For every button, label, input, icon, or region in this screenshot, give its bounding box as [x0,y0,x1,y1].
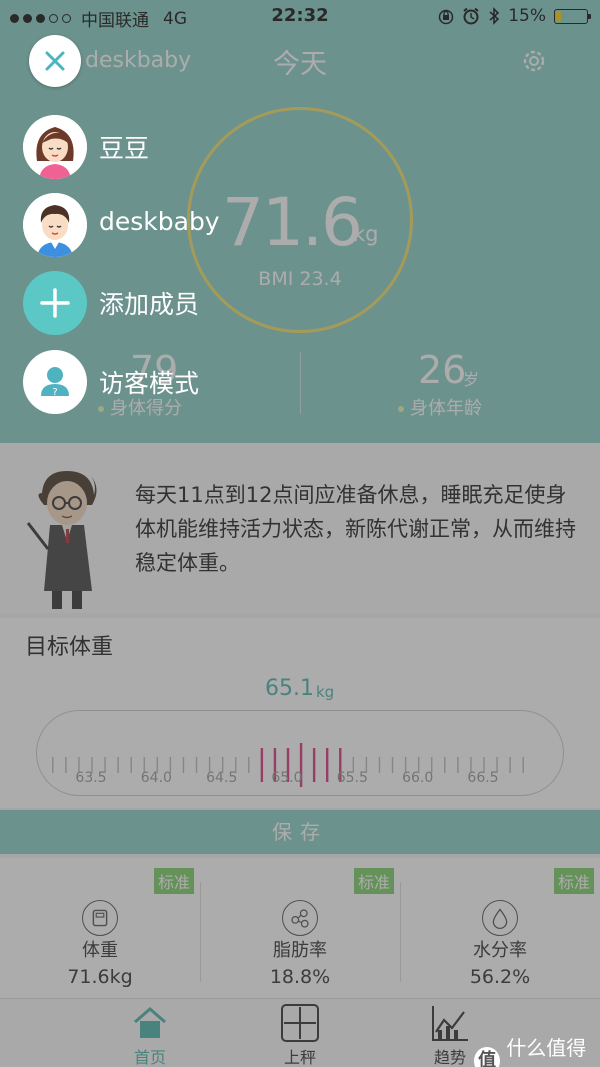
member-item-deskbaby[interactable]: deskbaby [0,193,320,259]
male-avatar-icon [23,193,87,257]
avatar [23,115,87,179]
female-avatar-icon [23,115,87,179]
watermark: 值 什么值得买 [474,1032,600,1067]
close-button[interactable] [29,35,81,87]
guest-avatar: ? [23,350,87,414]
add-member-label: 添加成员 [99,290,200,319]
add-avatar [23,271,87,335]
watermark-text: 什么值得买 [506,1036,587,1067]
guest-mode-label: 访客模式 [99,369,200,398]
watermark-logo-icon: 值 [474,1047,501,1067]
guest-mode-button[interactable]: ? 访客模式 [0,350,320,416]
guest-user-icon: ? [41,367,69,398]
plus-icon [40,288,70,318]
member-item-doudou[interactable]: 豆豆 [0,115,320,181]
member-name: deskbaby [99,207,220,236]
svg-text:?: ? [52,387,57,398]
member-name: 豆豆 [99,134,150,163]
avatar [23,193,87,257]
add-member-button[interactable]: 添加成员 [0,271,320,337]
close-icon [45,51,65,71]
